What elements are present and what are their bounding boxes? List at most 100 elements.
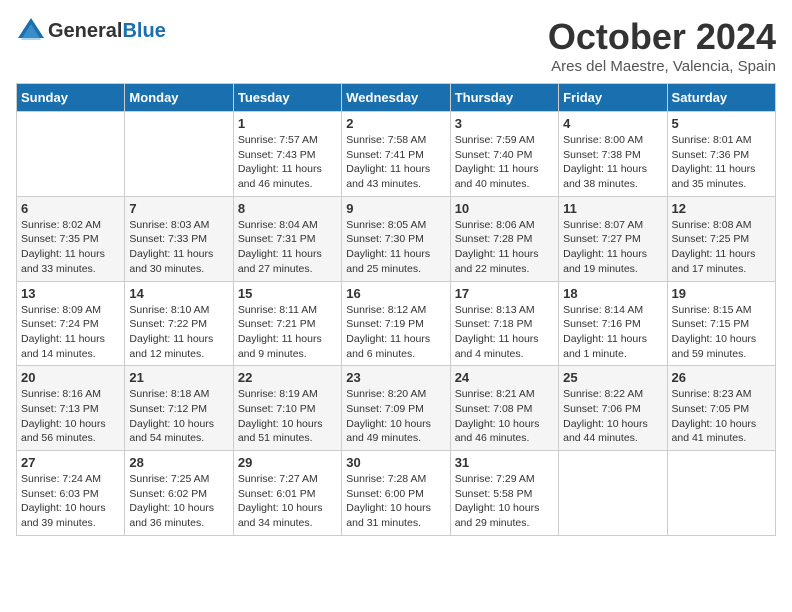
day-cell: 9Sunrise: 8:05 AMSunset: 7:30 PMDaylight… <box>342 196 450 281</box>
day-info: Sunrise: 8:21 AMSunset: 7:08 PMDaylight:… <box>455 387 554 446</box>
logo: GeneralBlue <box>16 16 166 46</box>
day-number: 28 <box>129 455 228 470</box>
day-info-line: Daylight: 11 hours and 25 minutes. <box>346 247 445 276</box>
day-info: Sunrise: 8:11 AMSunset: 7:21 PMDaylight:… <box>238 303 337 362</box>
day-number: 18 <box>563 286 662 301</box>
day-info-line: Sunrise: 8:18 AM <box>129 387 228 402</box>
day-info-line: Sunrise: 8:01 AM <box>672 133 771 148</box>
month-title: October 2024 <box>548 16 776 58</box>
day-info-line: Sunrise: 7:25 AM <box>129 472 228 487</box>
day-info-line: Sunset: 7:24 PM <box>21 317 120 332</box>
day-info-line: Sunset: 7:21 PM <box>238 317 337 332</box>
day-info-line: Sunrise: 8:08 AM <box>672 218 771 233</box>
day-info-line: Sunset: 7:28 PM <box>455 232 554 247</box>
day-cell: 26Sunrise: 8:23 AMSunset: 7:05 PMDayligh… <box>667 366 775 451</box>
day-info-line: Sunrise: 8:22 AM <box>563 387 662 402</box>
day-info: Sunrise: 8:04 AMSunset: 7:31 PMDaylight:… <box>238 218 337 277</box>
day-info-line: Sunset: 7:22 PM <box>129 317 228 332</box>
day-info: Sunrise: 8:18 AMSunset: 7:12 PMDaylight:… <box>129 387 228 446</box>
day-info-line: Daylight: 11 hours and 43 minutes. <box>346 162 445 191</box>
logo-icon <box>16 16 46 46</box>
day-cell: 10Sunrise: 8:06 AMSunset: 7:28 PMDayligh… <box>450 196 558 281</box>
day-info-line: Sunset: 7:12 PM <box>129 402 228 417</box>
day-cell: 3Sunrise: 7:59 AMSunset: 7:40 PMDaylight… <box>450 112 558 197</box>
day-cell: 6 Sunrise: 8:02 AMSunset: 7:35 PMDaylight… <box>17 196 125 281</box>
day-info: Sunrise: 8:23 AMSunset: 7:05 PMDaylight:… <box>672 387 771 446</box>
weekday-wednesday: Wednesday <box>342 84 450 112</box>
day-cell: 28 Sunrise: 7:25 AMSunset: 6:02 PMDayligh… <box>125 451 233 536</box>
logo-blue: Blue <box>122 20 165 42</box>
weekday-monday: Monday <box>125 84 233 112</box>
day-cell: 22Sunrise: 8:19 AMSunset: 7:10 PMDayligh… <box>233 366 341 451</box>
day-info-line: Sunset: 7:10 PM <box>238 402 337 417</box>
location-subtitle: Ares del Maestre, Valencia, Spain <box>548 58 776 75</box>
day-info-line: Sunrise: 8:16 AM <box>21 387 120 402</box>
weekday-friday: Friday <box>559 84 667 112</box>
day-info-line: Sunrise: 8:04 AM <box>238 218 337 233</box>
day-info-line: Sunset: 7:09 PM <box>346 402 445 417</box>
day-info-line: Sunset: 7:38 PM <box>563 148 662 163</box>
day-cell: 1 Sunrise: 7:57 AMSunset: 7:43 PMDaylight… <box>233 112 341 197</box>
day-info-line: Daylight: 11 hours and 19 minutes. <box>563 247 662 276</box>
day-info: Sunrise: 7:57 AMSunset: 7:43 PMDaylight:… <box>238 133 337 192</box>
week-row-3: 13Sunrise: 8:09 AMSunset: 7:24 PMDayligh… <box>17 281 776 366</box>
day-info: Sunrise: 8:00 AMSunset: 7:38 PMDaylight:… <box>563 133 662 192</box>
day-info: Sunrise: 8:09 AMSunset: 7:24 PMDaylight:… <box>21 303 120 362</box>
day-cell: 25Sunrise: 8:22 AMSunset: 7:06 PMDayligh… <box>559 366 667 451</box>
day-number: 19 <box>672 286 771 301</box>
day-number: 30 <box>346 455 445 470</box>
day-info-line: Sunset: 7:43 PM <box>238 148 337 163</box>
day-cell: 21Sunrise: 8:18 AMSunset: 7:12 PMDayligh… <box>125 366 233 451</box>
day-cell: 29Sunrise: 7:27 AMSunset: 6:01 PMDayligh… <box>233 451 341 536</box>
day-info-line: Sunrise: 8:23 AM <box>672 387 771 402</box>
day-info-line: Daylight: 11 hours and 27 minutes. <box>238 247 337 276</box>
day-info-line: Sunset: 7:06 PM <box>563 402 662 417</box>
weekday-tuesday: Tuesday <box>233 84 341 112</box>
day-number: 14 <box>129 286 228 301</box>
day-info-line: Daylight: 10 hours and 59 minutes. <box>672 332 771 361</box>
week-row-4: 20Sunrise: 8:16 AMSunset: 7:13 PMDayligh… <box>17 366 776 451</box>
day-info-line: Sunset: 7:25 PM <box>672 232 771 247</box>
day-info: Sunrise: 7:25 AMSunset: 6:02 PMDaylight:… <box>129 472 228 531</box>
day-info: Sunrise: 8:02 AMSunset: 7:35 PMDaylight:… <box>21 218 120 277</box>
day-number: 27 <box>21 455 120 470</box>
day-cell: 7Sunrise: 8:03 AMSunset: 7:33 PMDaylight… <box>125 196 233 281</box>
day-info-line: Sunset: 7:13 PM <box>21 402 120 417</box>
day-info-line: Sunset: 7:36 PM <box>672 148 771 163</box>
day-info: Sunrise: 8:15 AMSunset: 7:15 PMDaylight:… <box>672 303 771 362</box>
day-info: Sunrise: 7:29 AMSunset: 5:58 PMDaylight:… <box>455 472 554 531</box>
day-number: 25 <box>563 370 662 385</box>
day-number: 6 <box>21 201 120 216</box>
day-number: 9 <box>346 201 445 216</box>
day-info-line: Sunset: 7:05 PM <box>672 402 771 417</box>
page-header: GeneralBlue October 2024 Ares del Maestr… <box>16 16 776 75</box>
day-info-line: Daylight: 11 hours and 4 minutes. <box>455 332 554 361</box>
day-number: 23 <box>346 370 445 385</box>
day-number: 11 <box>563 201 662 216</box>
day-info-line: Sunset: 7:08 PM <box>455 402 554 417</box>
day-number: 1 <box>238 116 337 131</box>
day-info-line: Sunrise: 8:09 AM <box>21 303 120 318</box>
day-info-line: Sunrise: 7:28 AM <box>346 472 445 487</box>
day-info-line: Daylight: 11 hours and 33 minutes. <box>21 247 120 276</box>
day-number: 13 <box>21 286 120 301</box>
day-number: 12 <box>672 201 771 216</box>
day-info-line: Sunrise: 8:13 AM <box>455 303 554 318</box>
day-info-line: Sunrise: 8:10 AM <box>129 303 228 318</box>
day-cell: 17Sunrise: 8:13 AMSunset: 7:18 PMDayligh… <box>450 281 558 366</box>
day-cell: 30Sunrise: 7:28 AMSunset: 6:00 PMDayligh… <box>342 451 450 536</box>
day-cell: 24 Sunrise: 8:21 AMSunset: 7:08 PMDayligh… <box>450 366 558 451</box>
day-number: 24 <box>455 370 554 385</box>
day-number: 15 <box>238 286 337 301</box>
day-info-line: Sunrise: 8:19 AM <box>238 387 337 402</box>
day-info-line: Daylight: 10 hours and 49 minutes. <box>346 417 445 446</box>
day-number: 8 <box>238 201 337 216</box>
logo-general: General <box>48 20 122 42</box>
day-info-line: Daylight: 10 hours and 51 minutes. <box>238 417 337 446</box>
day-info: Sunrise: 7:59 AMSunset: 7:40 PMDaylight:… <box>455 133 554 192</box>
day-info-line: Daylight: 11 hours and 17 minutes. <box>672 247 771 276</box>
day-info-line: Sunset: 7:27 PM <box>563 232 662 247</box>
day-info: Sunrise: 8:19 AMSunset: 7:10 PMDaylight:… <box>238 387 337 446</box>
day-info-line: Sunrise: 8:15 AM <box>672 303 771 318</box>
day-info: Sunrise: 8:06 AMSunset: 7:28 PMDaylight:… <box>455 218 554 277</box>
